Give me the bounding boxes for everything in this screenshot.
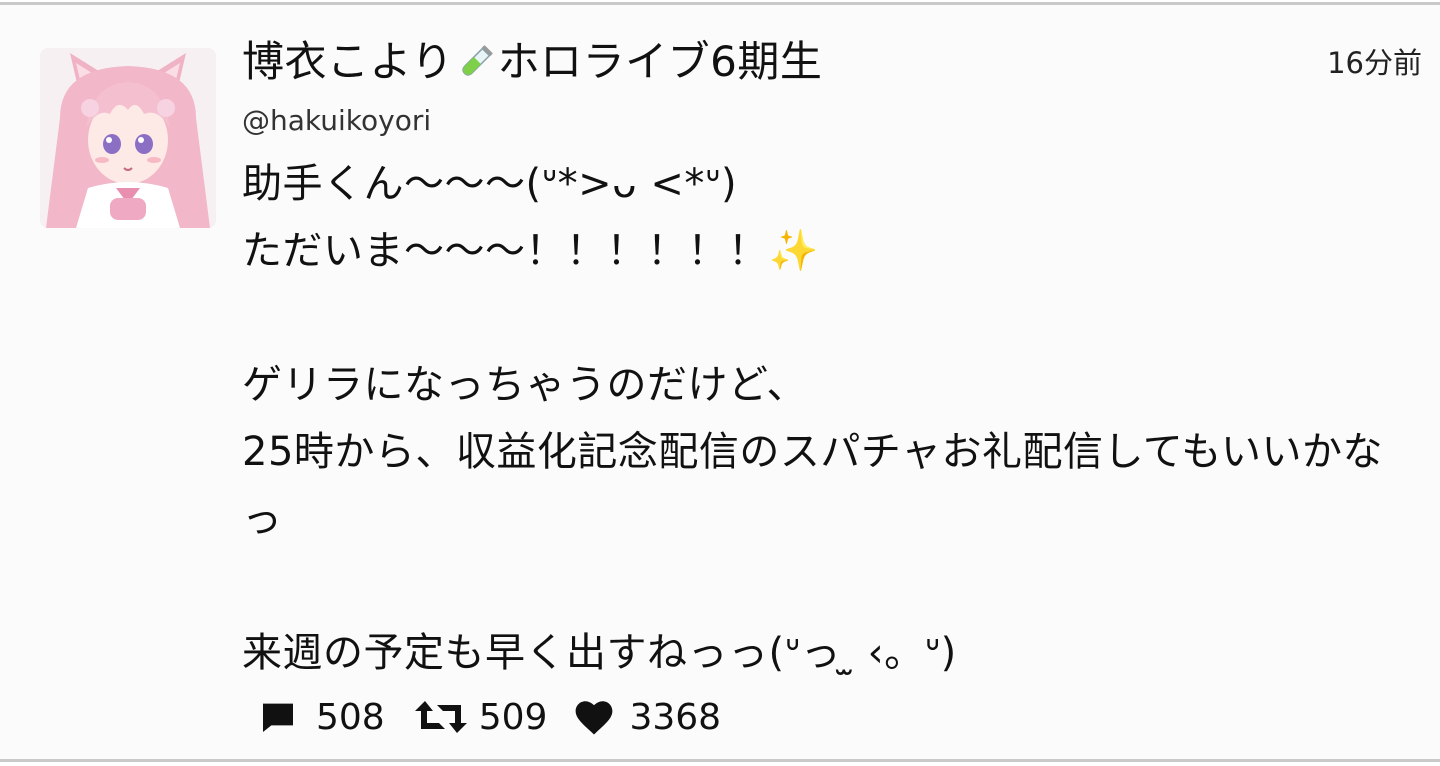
timestamp[interactable]: 16分前 — [1327, 43, 1422, 83]
like-button[interactable]: 3368 — [573, 697, 721, 738]
reply-count: 508 — [316, 696, 385, 738]
avatar[interactable] — [40, 48, 216, 228]
display-name-prefix: 博衣こより — [242, 37, 454, 86]
tweet-actions: 508 509 3368 — [258, 693, 721, 741]
heart-icon — [573, 697, 615, 737]
retweet-button[interactable]: 509 — [413, 696, 548, 738]
retweet-count: 509 — [478, 696, 548, 738]
tweet-body: 助手くん〜〜〜(ᐡ*>ᴗ <*ᐡ) ただいま〜〜〜！！！！！！✨ ゲリラになっち… — [242, 161, 1383, 676]
user-handle[interactable]: @hakuikoyori — [242, 101, 431, 141]
reply-button[interactable]: 508 — [258, 697, 385, 738]
display-name-suffix: ホロライブ6期生 — [497, 37, 823, 86]
retweet-arrows-icon — [413, 697, 469, 737]
test-tube-icon — [456, 41, 496, 95]
display-name[interactable]: 博衣こより ホロライブ6期生 — [242, 35, 1422, 95]
tweet-card[interactable]: 博衣こより ホロライブ6期生 16分前 @hakuikoyori 助手くん〜〜〜(… — [0, 2, 1440, 762]
like-count: 3368 — [629, 696, 722, 738]
comment-bubble-icon — [258, 697, 298, 737]
tweet-header: 博衣こより ホロライブ6期生 16分前 — [242, 35, 1422, 95]
avatar-image — [40, 48, 216, 228]
